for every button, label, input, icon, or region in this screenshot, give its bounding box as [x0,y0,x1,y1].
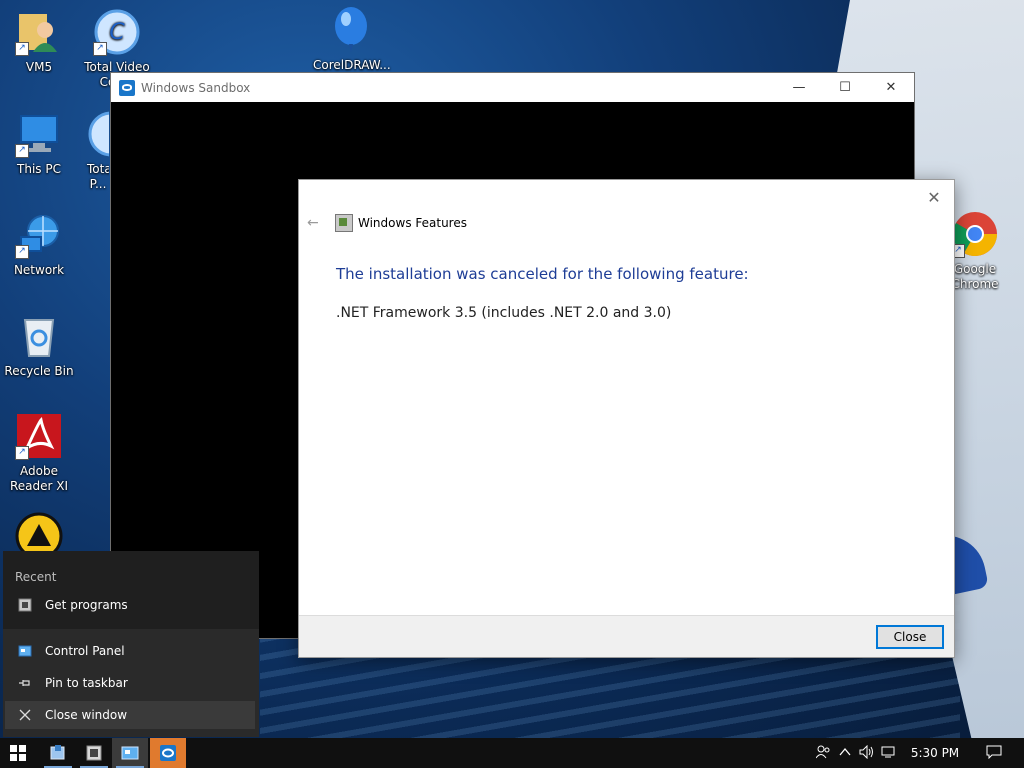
close-button[interactable]: ✕ [868,73,914,102]
desktop-icon-label: Network [13,263,65,277]
close-icon: ✕ [927,187,941,207]
jump-list-item-label: Get programs [45,598,128,612]
taskbar-app-programs[interactable] [76,738,112,768]
control-panel-icon [121,746,139,760]
total-p-icon [87,110,109,158]
taskbar-app-control-panel[interactable] [112,738,148,768]
desktop-icon-label: This PC [17,162,61,176]
close-dialog-button[interactable]: Close [876,625,944,649]
dialog-message: The installation was canceled for the fo… [336,265,749,283]
jump-list-item-close-window[interactable]: Close window [5,701,255,729]
desktop-icon-vm5[interactable]: ↗ VM5 [1,8,77,75]
minimize-icon: — [792,80,806,95]
desktop-icon-coreldraw[interactable]: CorelDRAW... [313,6,391,73]
jump-list-item-get-programs[interactable]: Get programs [5,591,255,619]
windows-logo-icon [10,745,26,761]
volume-icon[interactable] [856,744,878,762]
sandbox-titlebar[interactable]: Windows Sandbox — ☐ ✕ [111,73,914,102]
windows-features-icon [335,214,353,232]
adobe-reader-icon: ↗ [15,412,63,460]
people-icon[interactable] [812,745,834,762]
folder-user-icon: ↗ [15,8,63,56]
clock-time[interactable]: 5:30 PM [910,746,960,760]
dialog-close-button[interactable]: ✕ [920,184,948,210]
svg-text:C: C [109,20,125,45]
windows-features-dialog[interactable]: ✕ ← Windows Features The installation wa… [298,179,955,658]
sandbox-app-icon [119,79,135,96]
desktop-icon-network[interactable]: ↗ Network [1,211,77,278]
program-icon [17,597,33,613]
sandbox-title: Windows Sandbox [141,80,251,95]
computer-icon: ↗ [15,110,63,158]
jump-list-item-label: Pin to taskbar [45,676,128,690]
taskbar: 5:30 PM [0,738,1024,768]
coreldraw-balloon-icon [327,6,375,54]
jump-list-item-control-panel[interactable]: Control Panel [5,637,255,665]
video-converter-icon: C ↗ [93,8,141,56]
desktop-icon-label: CorelDRAW... [313,58,391,72]
minimize-button[interactable]: — [776,73,822,102]
network-icon[interactable] [878,745,900,762]
jump-list-section-recent: Recent [15,570,57,584]
start-button[interactable] [0,738,36,768]
desktop-icon-adobe-reader[interactable]: ↗ Adobe Reader XI [1,412,77,494]
chevron-up-icon[interactable] [834,746,856,760]
desktop-icon-total-p[interactable]: Total P... [79,110,109,192]
action-center-icon[interactable] [982,745,1006,762]
desktop-icon-this-pc[interactable]: ↗ This PC [1,110,77,177]
jump-list-item-label: Close window [45,708,128,722]
maximize-button[interactable]: ☐ [822,73,868,102]
system-tray: 5:30 PM [812,738,1006,768]
taskbar-jump-list: Recent Get programs Control Panel Pin to… [3,551,259,737]
dialog-footer: Close [299,615,954,657]
sandbox-icon [160,745,176,761]
maximize-icon: ☐ [839,80,851,95]
close-icon [17,707,33,723]
recycle-bin-icon [15,312,63,360]
desktop-icon-label: Recycle Bin [4,364,74,378]
desktop-icon-label: Adobe Reader XI [9,464,69,493]
jump-list-item-label: Control Panel [45,644,125,658]
jump-list-tasks: Control Panel Pin to taskbar Close windo… [3,629,259,737]
dialog-title: Windows Features [358,216,467,230]
taskbar-app-installer[interactable] [40,738,76,768]
jump-list-item-pin-to-taskbar[interactable]: Pin to taskbar [5,669,255,697]
pin-icon [17,675,33,691]
dialog-header: ← Windows Features [307,214,467,232]
feature-name: .NET Framework 3.5 (includes .NET 2.0 an… [336,305,672,321]
network-globe-icon: ↗ [15,211,63,259]
program-icon [86,745,102,761]
close-icon: ✕ [885,80,897,95]
control-panel-icon [17,643,33,659]
desktop-icon-label: VM5 [25,60,53,74]
back-arrow-icon[interactable]: ← [307,215,327,231]
installer-icon [50,745,65,760]
chrome-icon: ↗ [951,210,999,258]
desktop-icon-label: Total P... [87,162,109,191]
taskbar-app-windows-sandbox[interactable] [150,738,186,768]
desktop-icon-recycle-bin[interactable]: Recycle Bin [1,312,77,379]
